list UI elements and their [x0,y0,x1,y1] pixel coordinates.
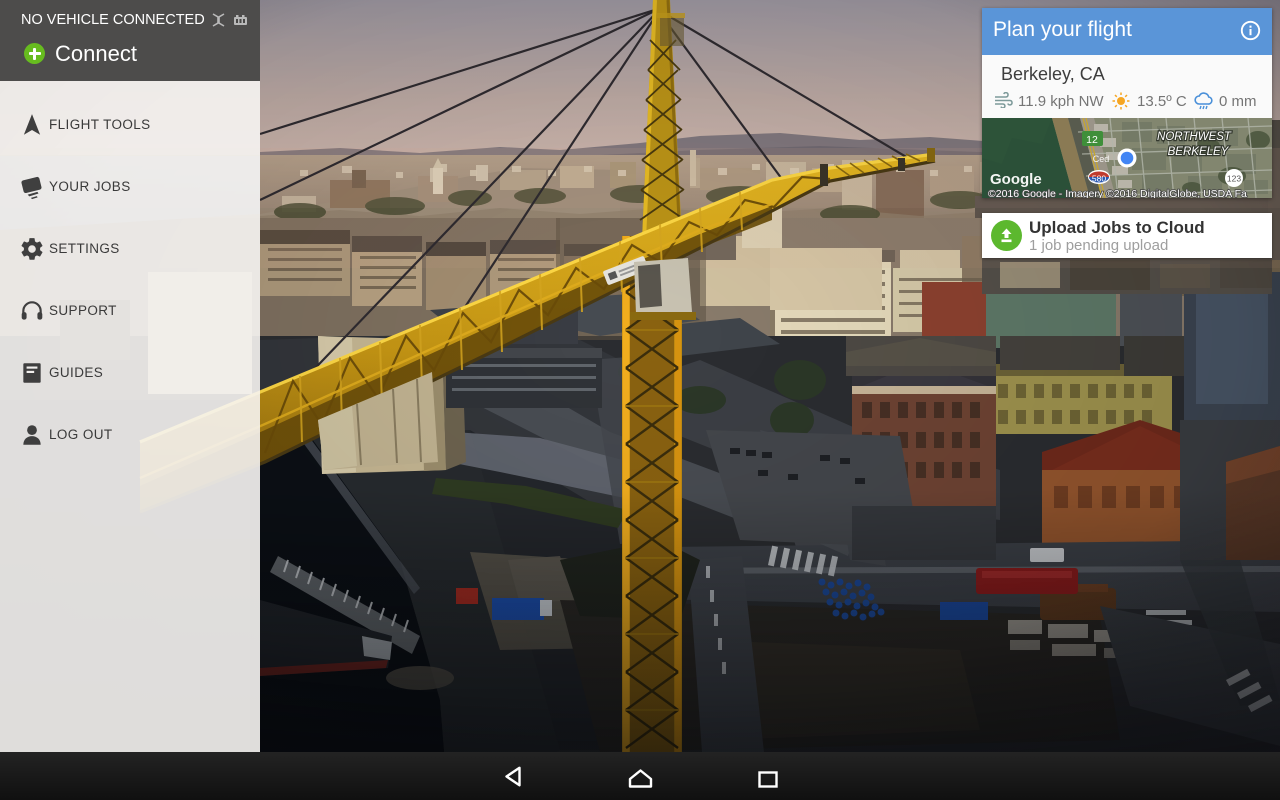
svg-text:12: 12 [1086,134,1098,146]
svg-text:BERKELEY: BERKELEY [1168,146,1230,158]
svg-text:123: 123 [1227,174,1241,184]
svg-text:580: 580 [1092,174,1106,184]
svg-text:Google: Google [990,171,1042,188]
svg-text:Ced: Ced [1093,154,1110,164]
svg-text:NORTHWEST: NORTHWEST [1157,131,1232,143]
svg-text:©2016 Google - Imagery ©2016 D: ©2016 Google - Imagery ©2016 DigitalGlob… [988,188,1247,198]
